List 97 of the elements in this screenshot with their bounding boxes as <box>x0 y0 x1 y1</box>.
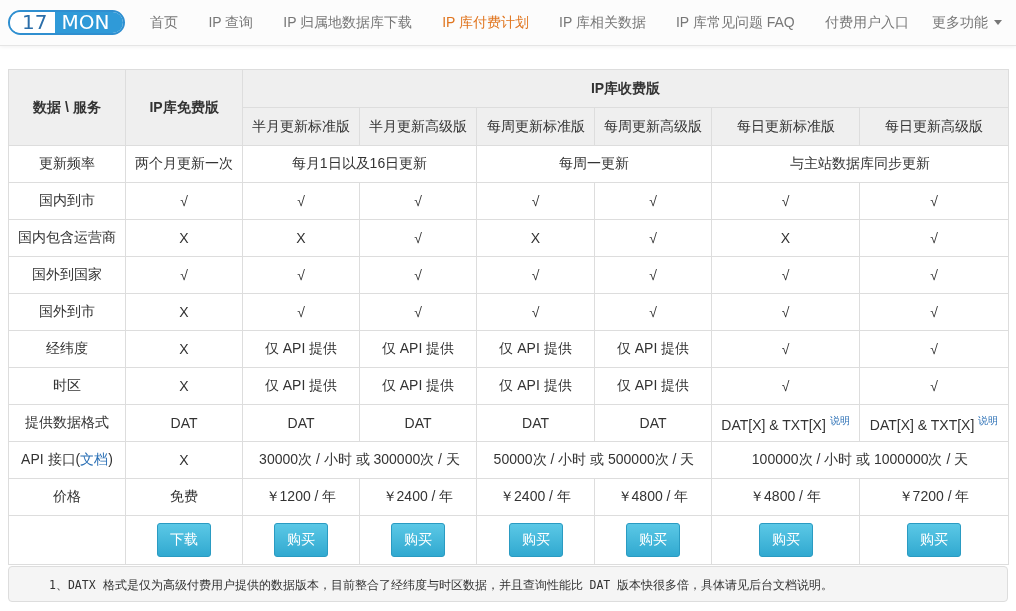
table-cell: √ <box>476 293 595 331</box>
nav-link[interactable]: IP 库付费计划 <box>427 0 545 45</box>
caret-icon <box>994 20 1002 25</box>
table-cell: √ <box>359 219 477 257</box>
table-cell: DAT[X] & TXT[X] $^{说明}$ <box>711 404 860 442</box>
table-cell: √ <box>711 367 860 405</box>
table-cell: X <box>476 219 595 257</box>
table-cell: √ <box>711 293 860 331</box>
header-cell: 半月更新标准版 <box>242 107 360 146</box>
table-cell: √ <box>711 330 860 368</box>
row-label: 经纬度 <box>8 330 126 368</box>
nav-link[interactable]: IP 归属地数据库下载 <box>268 0 428 45</box>
table-cell: ￥2400 / 年 <box>359 478 477 516</box>
table-cell: 免费 <box>125 478 243 516</box>
header-cell: 半月更新高级版 <box>359 107 477 146</box>
table-cell: 仅 API 提供 <box>594 330 712 368</box>
row-label: 价格 <box>8 478 126 516</box>
table-cell: DAT <box>476 404 595 442</box>
header-cell: 每周更新高级版 <box>594 107 712 146</box>
table-cell: DAT <box>359 404 477 442</box>
nav-link[interactable]: IP 查询 <box>193 0 269 45</box>
logo[interactable]: 17 MON <box>8 10 126 35</box>
row-label: 提供数据格式 <box>8 404 126 442</box>
header-cell: IP库收费版 <box>242 69 1009 108</box>
table-cell: 50000次 / 小时 或 500000次 / 天 <box>476 441 712 479</box>
table-cell: √ <box>242 256 360 294</box>
table-cell: X <box>125 219 243 257</box>
table-cell: ￥1200 / 年 <box>242 478 360 516</box>
table-cell: √ <box>359 182 477 220</box>
table-cell: √ <box>859 219 1009 257</box>
table-cell: 两个月更新一次 <box>125 145 243 183</box>
table-cell: 100000次 / 小时 或 1000000次 / 天 <box>711 441 1009 479</box>
header-cell: 数据 \ 服务 <box>8 69 126 146</box>
row-label: 时区 <box>8 367 126 405</box>
table-cell: 仅 API 提供 <box>359 330 477 368</box>
table-cell: √ <box>242 293 360 331</box>
table-cell: 仅 API 提供 <box>242 367 360 405</box>
table-cell: √ <box>125 182 243 220</box>
docs-link[interactable]: 文档 <box>80 451 109 467</box>
table-cell: X <box>125 367 243 405</box>
row-label: 更新频率 <box>8 145 126 183</box>
table-cell: ￥2400 / 年 <box>476 478 595 516</box>
table-cell: √ <box>859 182 1009 220</box>
table-cell: DAT <box>594 404 712 442</box>
footnote-text: 1、DATX 格式是仅为高级付费用户提供的数据版本，目前整合了经纬度与时区数据，并且查询性能比 DAT 版本快很多倍，具体请见后台文档说明。 <box>49 577 835 594</box>
table-cell: √ <box>594 293 712 331</box>
table-cell: √ <box>859 256 1009 294</box>
table-cell: √ <box>859 293 1009 331</box>
nav-link[interactable]: 首页 <box>135 0 194 45</box>
table-cell: 仅 API 提供 <box>594 367 712 405</box>
table-cell: 与主站数据库同步更新 <box>711 145 1009 183</box>
table-cell: √ <box>476 256 595 294</box>
row-label: 国内包含运营商 <box>8 219 126 257</box>
nav-link[interactable]: IP 库常见问题 FAQ <box>660 0 810 45</box>
table-cell: √ <box>711 182 860 220</box>
table-cell: √ <box>359 293 477 331</box>
note-link[interactable]: 说明 <box>978 414 999 426</box>
row-label: 国外到市 <box>8 293 126 331</box>
table-cell: X <box>125 441 243 479</box>
table-cell: 30000次 / 小时 或 300000次 / 天 <box>242 441 477 479</box>
table-cell: DAT <box>242 404 360 442</box>
table-cell: 仅 API 提供 <box>359 367 477 405</box>
row-label: 国内到市 <box>8 182 126 220</box>
table-cell: X <box>711 219 860 257</box>
table-cell: X <box>125 293 243 331</box>
table-cell: √ <box>711 256 860 294</box>
table-cell: √ <box>594 256 712 294</box>
table-cell: ￥7200 / 年 <box>859 478 1009 516</box>
nav-link[interactable]: IP 库相关数据 <box>544 0 661 45</box>
nav-link[interactable]: 付费用户入口 <box>809 0 924 45</box>
table-cell: √ <box>476 182 595 220</box>
table-cell: 仅 API 提供 <box>476 367 595 405</box>
table-cell: DAT[X] & TXT[X] $^{说明}$ <box>859 404 1009 442</box>
row-label: API 接口(文档) <box>21 451 113 467</box>
table-cell: √ <box>859 330 1009 368</box>
table-cell: √ <box>594 182 712 220</box>
table-cell: ￥4800 / 年 <box>711 478 860 516</box>
more-menu[interactable]: 更多功能 <box>932 0 1002 45</box>
table-cell: √ <box>242 182 360 220</box>
table-cell: √ <box>594 219 712 257</box>
row-label: 国外到国家 <box>8 256 126 294</box>
header-cell: 每周更新标准版 <box>476 107 595 146</box>
table-cell: 每月1日以及16日更新 <box>242 145 477 183</box>
table-cell: √ <box>859 367 1009 405</box>
table-cell: ￥4800 / 年 <box>594 478 712 516</box>
table-cell: DAT <box>125 404 243 442</box>
table-cell: 仅 API 提供 <box>476 330 595 368</box>
note-link[interactable]: 说明 <box>829 414 850 426</box>
table-cell: X <box>125 330 243 368</box>
table-cell: X <box>242 219 360 257</box>
table-cell: 仅 API 提供 <box>242 330 360 368</box>
header-cell: 每日更新标准版 <box>711 107 860 146</box>
table-cell: √ <box>359 256 477 294</box>
header-cell: IP库免费版 <box>125 69 243 146</box>
header-cell: 每日更新高级版 <box>859 107 1009 146</box>
table-cell: 每周一更新 <box>476 145 712 183</box>
table-cell: √ <box>125 256 243 294</box>
